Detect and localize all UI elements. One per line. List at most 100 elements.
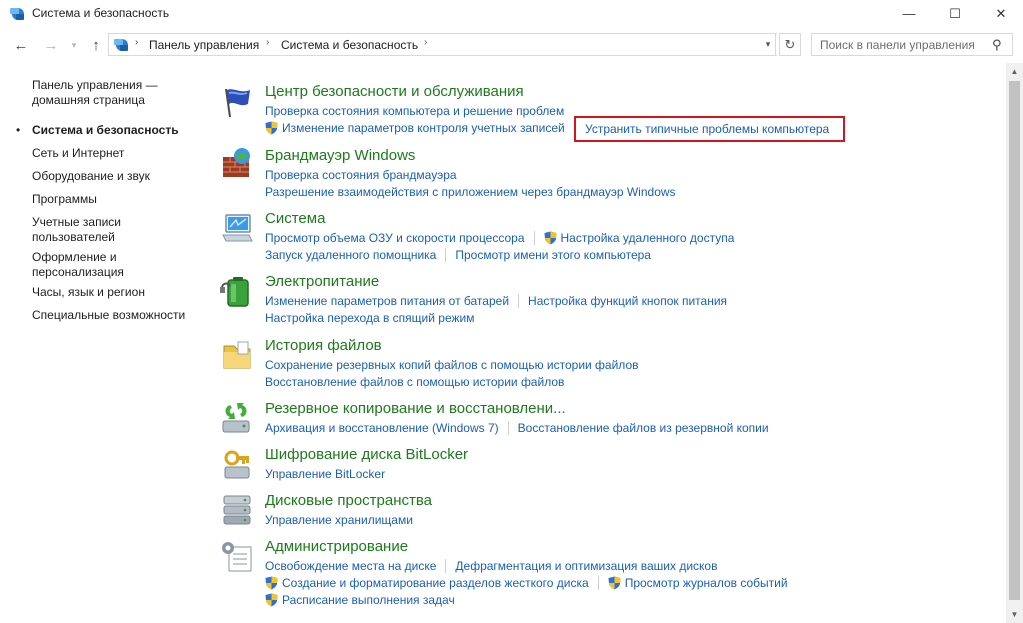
link-computer-name[interactable]: Просмотр имени этого компьютера [455, 248, 651, 262]
link-event-logs[interactable]: Просмотр журналов событий [625, 576, 788, 590]
link-row: Изменение параметров контроля учетных за… [265, 120, 565, 136]
category-title[interactable]: Система [265, 210, 325, 227]
link-disk-cleanup[interactable]: Освобождение места на диске [265, 559, 436, 573]
link-row: Проверка состояния брандмауэра [265, 167, 457, 183]
uac-shield-icon [265, 121, 278, 135]
link-restore-from-backup[interactable]: Восстановление файлов из резервной копии [518, 421, 769, 435]
maximize-button[interactable]: ☐ [932, 0, 978, 27]
search-input[interactable] [812, 34, 990, 55]
category-title[interactable]: История файлов [265, 337, 382, 354]
category-title[interactable]: Электропитание [265, 273, 379, 290]
sidebar-item-appearance[interactable]: Оформление и персонализация [32, 250, 124, 280]
link-row: Восстановление файлов с помощью истории … [265, 374, 564, 390]
category-title[interactable]: Дисковые пространства [265, 492, 432, 509]
uac-shield-icon [265, 576, 278, 590]
forward-button[interactable]: → [41, 35, 61, 55]
breadcrumb-separator[interactable]: › [424, 37, 427, 48]
link-separator [445, 248, 447, 262]
recent-locations-button[interactable]: ▾ [64, 35, 84, 55]
link-backup-windows7[interactable]: Архивация и восстановление (Windows 7) [265, 421, 499, 435]
back-button[interactable]: ← [11, 35, 31, 55]
sidebar-item-label: пользователей [32, 230, 115, 244]
link-remote-assistance[interactable]: Запуск удаленного помощника [265, 248, 436, 262]
up-button[interactable]: ↑ [86, 35, 106, 55]
link-firewall-allow-app[interactable]: Разрешение взаимодействия с приложением … [265, 185, 676, 199]
address-bar[interactable]: › Панель управления › Система и безопасн… [108, 33, 776, 56]
link-task-scheduler[interactable]: Расписание выполнения задач [282, 593, 455, 607]
search-icon[interactable]: ⚲ [992, 37, 1008, 53]
link-separator [445, 559, 447, 573]
link-row: Сохранение резервных копий файлов с помо… [265, 357, 639, 373]
scroll-thumb[interactable] [1009, 81, 1020, 600]
refresh-button[interactable]: ↻ [779, 33, 801, 56]
link-disk-partitions[interactable]: Создание и форматирование разделов жестк… [282, 576, 589, 590]
category-title[interactable]: Брандмауэр Windows [265, 147, 415, 164]
minimize-button[interactable]: — [886, 0, 932, 27]
link-row: Управление хранилищами [265, 512, 413, 528]
sidebar-item-network[interactable]: Сеть и Интернет [32, 146, 124, 161]
navigation-bar: ← → ▾ ↑ › Панель управления › Система и … [0, 27, 1023, 63]
link-view-ram-cpu[interactable]: Просмотр объема ОЗУ и скорости процессор… [265, 231, 525, 245]
sidebar-item-clock-region[interactable]: Часы, язык и регион [32, 285, 145, 300]
link-row: Освобождение места на диске Дефрагментац… [265, 558, 717, 574]
uac-shield-icon [544, 231, 557, 245]
link-power-buttons[interactable]: Настройка функций кнопок питания [528, 294, 727, 308]
sidebar-item-accessibility[interactable]: Специальные возможности [32, 308, 185, 323]
link-row: Изменение параметров питания от батарей … [265, 293, 727, 309]
link-troubleshoot-common-problems[interactable]: Устранить типичные проблемы компьютера [585, 122, 829, 136]
storage-spaces-icon [223, 495, 251, 525]
vertical-scrollbar[interactable]: ▲ ▼ [1006, 63, 1023, 623]
address-dropdown-button[interactable]: ▾ [759, 33, 777, 56]
sidebar-item-hardware-sound[interactable]: Оборудование и звук [32, 169, 150, 184]
sidebar-item-label: домашняя страница [32, 93, 145, 107]
sidebar-item-label: Панель управления — [32, 78, 158, 92]
window-title: Система и безопасность [32, 6, 170, 20]
link-row: Запуск удаленного помощника Просмотр име… [265, 247, 651, 263]
uac-shield-icon [608, 576, 621, 590]
link-sleep-settings[interactable]: Настройка перехода в спящий режим [265, 311, 474, 325]
uac-shield-icon [265, 593, 278, 607]
security-flag-icon [225, 88, 250, 118]
link-separator [518, 294, 520, 308]
firewall-icon [223, 148, 250, 177]
sidebar-item-label: Учетные записи [32, 215, 121, 229]
search-box[interactable]: ⚲ [811, 33, 1013, 56]
link-row: Просмотр объема ОЗУ и скорости процессор… [265, 230, 734, 246]
scroll-down-arrow-icon[interactable]: ▼ [1006, 606, 1023, 623]
category-title[interactable]: Центр безопасности и обслуживания [265, 83, 524, 100]
link-check-status[interactable]: Проверка состояния компьютера и решение … [265, 104, 564, 118]
active-bullet: • [16, 123, 21, 137]
link-row: Проверка состояния компьютера и решение … [265, 103, 564, 119]
link-firewall-status[interactable]: Проверка состояния брандмауэра [265, 168, 457, 182]
sidebar-item-home[interactable]: Панель управления — домашняя страница [32, 78, 158, 108]
power-battery-icon [220, 277, 249, 307]
sidebar-item-label: персонализация [32, 265, 124, 279]
link-defragment[interactable]: Дефрагментация и оптимизация ваших диско… [455, 559, 717, 573]
link-file-history-restore[interactable]: Восстановление файлов с помощью истории … [265, 375, 564, 389]
title-bar: Система и безопасность — ☐ ✕ [0, 0, 1023, 27]
category-title[interactable]: Резервное копирование и восстановлени... [265, 400, 566, 417]
breadcrumb-separator[interactable]: › [266, 37, 269, 48]
link-uac-settings[interactable]: Изменение параметров контроля учетных за… [282, 121, 565, 135]
link-manage-bitlocker[interactable]: Управление BitLocker [265, 467, 385, 481]
link-remote-access-settings[interactable]: Настройка удаленного доступа [561, 231, 735, 245]
file-history-icon [223, 341, 251, 369]
category-title[interactable]: Шифрование диска BitLocker [265, 446, 468, 463]
sidebar-item-system-security[interactable]: Система и безопасность [32, 123, 179, 138]
sidebar-item-programs[interactable]: Программы [32, 192, 97, 207]
link-manage-storage[interactable]: Управление хранилищами [265, 513, 413, 527]
sidebar-item-label: Оформление и [32, 250, 117, 264]
sidebar-item-user-accounts[interactable]: Учетные записи пользователей [32, 215, 121, 245]
breadcrumb-system-security[interactable]: Система и безопасность [281, 38, 418, 52]
control-panel-icon [10, 8, 24, 20]
category-title[interactable]: Администрирование [265, 538, 408, 555]
admin-tools-icon [222, 542, 252, 572]
sidebar: Панель управления — домашняя страница • … [0, 63, 210, 623]
close-button[interactable]: ✕ [978, 0, 1023, 27]
scroll-up-arrow-icon[interactable]: ▲ [1006, 63, 1023, 80]
link-battery-settings[interactable]: Изменение параметров питания от батарей [265, 294, 509, 308]
breadcrumb-separator[interactable]: › [135, 37, 138, 48]
link-file-history-backup[interactable]: Сохранение резервных копий файлов с помо… [265, 358, 639, 372]
breadcrumb-control-panel[interactable]: Панель управления [149, 38, 259, 52]
link-row: Расписание выполнения задач [265, 592, 455, 608]
